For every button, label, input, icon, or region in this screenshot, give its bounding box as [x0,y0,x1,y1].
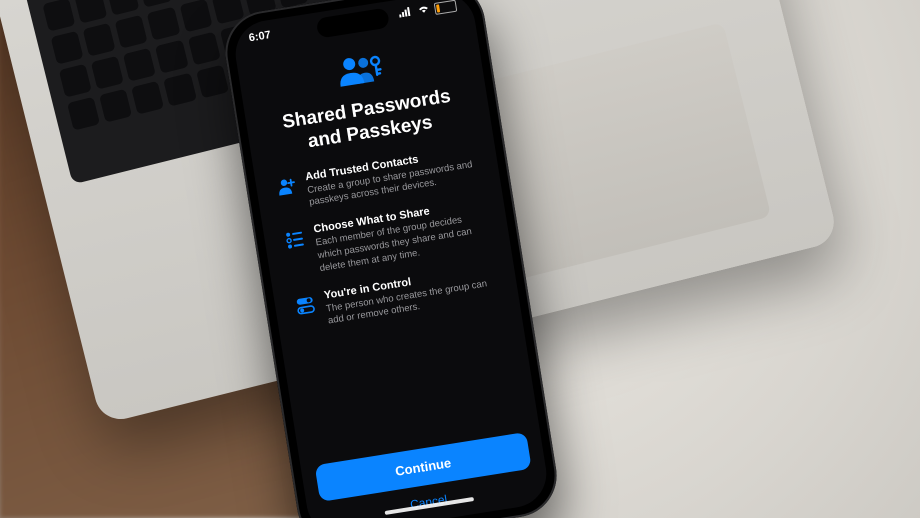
control-toggles-icon [294,293,320,333]
person-add-icon [275,175,301,215]
list-toggle-icon [283,228,311,281]
shared-group-key-icon [334,50,387,91]
cellular-signal-icon [398,6,414,21]
wifi-icon [416,3,432,18]
feature-list: Add Trusted Contacts Create a group to s… [273,144,501,334]
photo-scene: 6:07 [0,0,920,518]
continue-button[interactable]: Continue [315,432,532,502]
